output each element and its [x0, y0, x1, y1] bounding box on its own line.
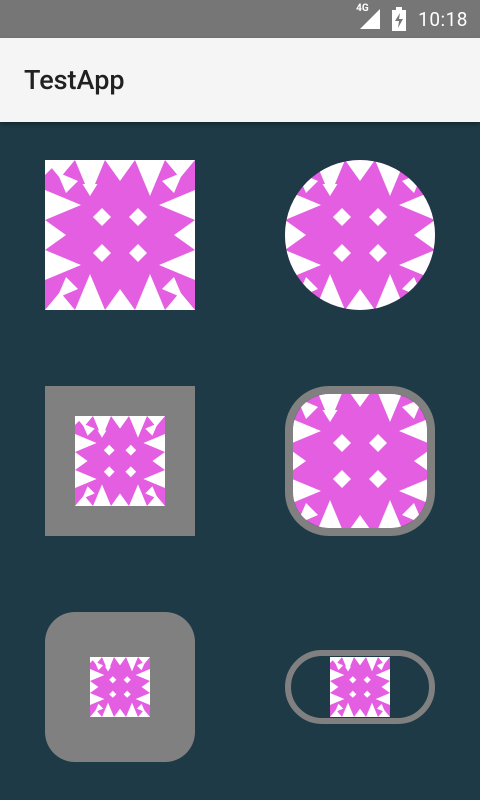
identicon-image [90, 657, 150, 717]
image-square [45, 160, 195, 310]
image-grid [0, 122, 480, 800]
image-rounded-padded [45, 612, 195, 762]
image-padded-square [45, 386, 195, 536]
status-bar: 4G 10:18 [0, 0, 480, 38]
identicon-image [75, 416, 165, 506]
identicon-image [285, 160, 435, 310]
image-rounded-bordered [285, 386, 435, 536]
image-circle [285, 160, 435, 310]
app-title: TestApp [24, 64, 125, 96]
identicon-image [330, 657, 390, 717]
image-pill-bordered [285, 650, 435, 724]
cellular-signal-icon: 4G [356, 3, 382, 31]
clock: 10:18 [418, 7, 468, 31]
app-bar: TestApp [0, 38, 480, 122]
battery-charging-icon [392, 7, 407, 31]
identicon-image [45, 160, 195, 310]
identicon-image [293, 394, 427, 528]
